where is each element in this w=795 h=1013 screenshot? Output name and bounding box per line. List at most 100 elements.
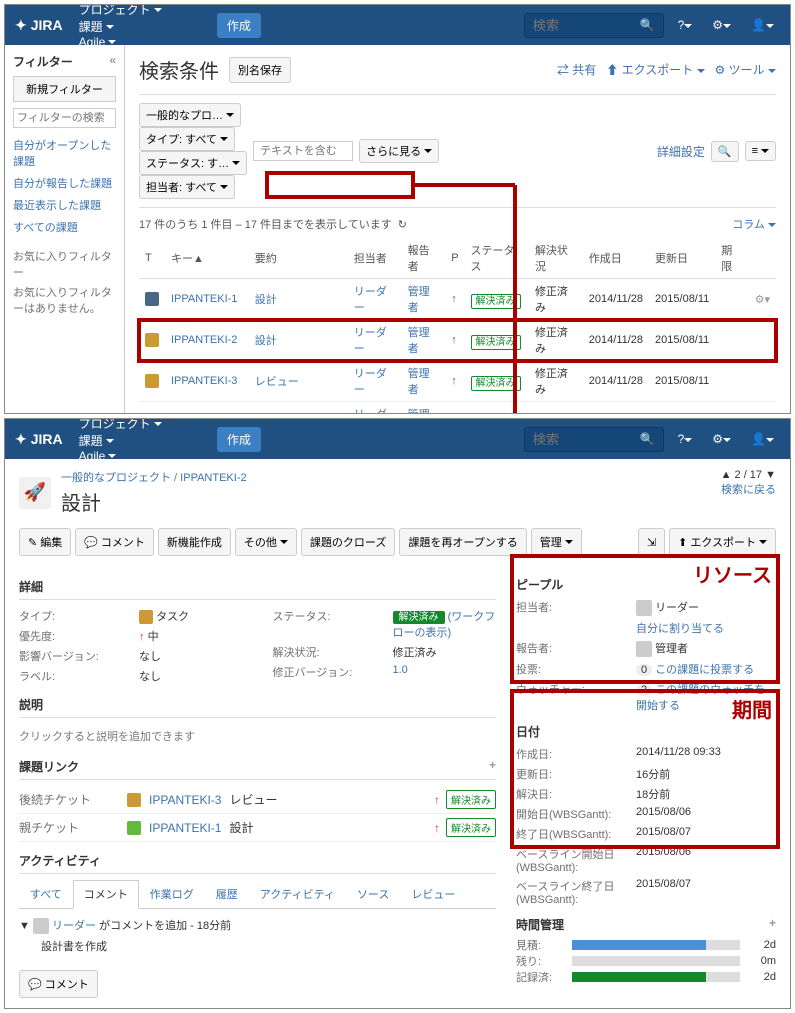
add-link-icon[interactable]: + [489, 758, 496, 775]
col-created[interactable]: 作成日 [583, 238, 649, 279]
help-icon[interactable]: ? [672, 432, 699, 446]
watch-link[interactable]: この課題のウォッチを開始する [636, 684, 765, 712]
assignee-link[interactable]: リーダー [354, 368, 387, 396]
col-updated[interactable]: 更新日 [649, 238, 715, 279]
reporter-link[interactable]: 管理者 [408, 409, 430, 414]
assign-to-me-link[interactable]: 自分に割り当てる [636, 623, 724, 635]
assignee-link[interactable]: リーダー [354, 286, 387, 314]
sidebar-filter-link[interactable]: すべての課題 [13, 216, 116, 238]
col-assignee[interactable]: 担当者 [348, 238, 402, 279]
help-icon[interactable]: ? [672, 18, 699, 32]
nav-item[interactable]: 課題 [71, 432, 209, 449]
create-button[interactable]: 作成 [217, 13, 261, 38]
fix-version-link[interactable]: 1.0 [393, 664, 408, 676]
comment-author-link[interactable]: リーダー [52, 920, 96, 932]
save-as-button[interactable]: 別名保存 [229, 57, 291, 83]
global-search-input[interactable] [533, 18, 640, 33]
tools-link[interactable]: ⚙ ツール [715, 61, 776, 78]
table-row[interactable]: IPPANTEKI-3レビューリーダー管理者↑解決済み修正済み2014/11/2… [139, 361, 776, 402]
nav-item[interactable]: 課題 [71, 18, 209, 35]
collapse-icon[interactable]: « [109, 53, 116, 67]
description-placeholder[interactable]: クリックすると説明を追加できます [19, 724, 496, 748]
settings-icon[interactable]: ⚙ [706, 18, 737, 32]
new-feature-button[interactable]: 新機能作成 [158, 528, 231, 556]
global-search[interactable]: 🔍 [524, 427, 664, 452]
global-search-input[interactable] [533, 432, 640, 447]
filter-button[interactable]: ステータス: す… [139, 151, 247, 175]
col-resolution[interactable]: 解決状況 [529, 238, 583, 279]
project-icon[interactable]: 🚀 [19, 477, 51, 509]
issue-summary-link[interactable]: 設計 [255, 335, 277, 347]
reporter-link[interactable]: 管理者 [408, 327, 430, 355]
activity-tab[interactable]: アクティビティ [249, 880, 346, 908]
issue-key-link[interactable]: IPPANTEKI-2 [180, 472, 246, 484]
new-filter-button[interactable]: 新規フィルター [13, 76, 116, 102]
admin-button[interactable]: 管理 [531, 528, 582, 556]
sidebar-filter-link[interactable]: 自分がオープンした課題 [13, 134, 116, 172]
filter-search-input[interactable] [13, 108, 116, 128]
activity-tab[interactable]: レビュー [400, 880, 466, 908]
create-button[interactable]: 作成 [217, 427, 261, 452]
col-reporter[interactable]: 報告者 [402, 238, 446, 279]
activity-tab[interactable]: すべて [19, 880, 73, 908]
edit-button[interactable]: ✎ 編集 [19, 528, 71, 556]
share-link[interactable]: ⇄ 共有 [557, 61, 596, 78]
filter-button[interactable]: 担当者: すべて [139, 175, 235, 199]
col-summary[interactable]: 要約 [249, 238, 348, 279]
activity-tab[interactable]: 作業ログ [139, 880, 205, 908]
table-row[interactable]: IPPANTEKI-4実装リーダー管理者↑オープン未解決2014/11/2820… [139, 402, 776, 415]
activity-tab[interactable]: 履歴 [205, 880, 249, 908]
col-due[interactable]: 期限 [715, 238, 748, 279]
advanced-link[interactable]: 詳細設定 [657, 143, 705, 160]
col-priority[interactable]: P [445, 238, 464, 279]
add-comment-button[interactable]: 💬 コメント [19, 970, 98, 998]
text-filter-input[interactable] [253, 141, 353, 161]
global-search[interactable]: 🔍 [524, 13, 664, 38]
col-status[interactable]: ステータス [465, 238, 529, 279]
user-menu[interactable]: 👤 [745, 18, 780, 32]
close-issue-button[interactable]: 課題のクローズ [301, 528, 395, 556]
activity-tab[interactable]: コメント [73, 880, 139, 909]
filter-button[interactable]: 一般的なプロ… [139, 103, 241, 127]
row-actions-icon[interactable]: ⚙▾ [755, 294, 770, 306]
nav-item[interactable]: プロジェクト [71, 418, 209, 432]
col-type[interactable]: T [139, 238, 165, 279]
issue-key-link[interactable]: IPPANTEKI-3 [171, 375, 237, 387]
jira-logo[interactable]: ✦ JIRA [15, 431, 63, 448]
reporter-link[interactable]: 管理者 [408, 286, 430, 314]
columns-button[interactable]: コラム [732, 219, 776, 231]
col-key[interactable]: キー▲ [165, 238, 249, 279]
export-button[interactable]: ⬆ エクスポート [669, 528, 776, 556]
user-menu[interactable]: 👤 [745, 432, 780, 446]
time-add-icon[interactable]: + [769, 916, 776, 933]
activity-tab[interactable]: ソース [346, 880, 400, 908]
switch-view-button[interactable]: ≡ [745, 141, 776, 161]
issue-summary-link[interactable]: レビュー [255, 376, 299, 388]
sidebar-filter-link[interactable]: 自分が報告した課題 [13, 172, 116, 194]
issue-key-link[interactable]: IPPANTEKI-1 [171, 293, 237, 305]
search-button[interactable]: 🔍 [711, 141, 739, 162]
issue-key-link[interactable]: IPPANTEKI-2 [171, 334, 237, 346]
export-link[interactable]: ⬆ エクスポート [606, 61, 704, 78]
reopen-issue-button[interactable]: 課題を再オープンする [399, 528, 526, 556]
linked-issue-key[interactable]: IPPANTEKI-3 [149, 793, 221, 807]
nav-item[interactable]: プロジェクト [71, 4, 209, 18]
refresh-icon[interactable]: ↻ [398, 218, 407, 231]
assignee-link[interactable]: リーダー [354, 327, 387, 355]
linked-issue-key[interactable]: IPPANTEKI-1 [149, 821, 221, 835]
back-to-search-link[interactable]: 検索に戻る [721, 484, 776, 496]
reporter-link[interactable]: 管理者 [408, 368, 430, 396]
sidebar-filter-link[interactable]: 最近表示した課題 [13, 194, 116, 216]
vote-link[interactable]: この課題に投票する [655, 664, 754, 676]
assignee-link[interactable]: リーダー [354, 409, 387, 414]
jira-logo[interactable]: ✦ JIRA [15, 17, 63, 34]
issue-summary-link[interactable]: 設計 [255, 294, 277, 306]
table-row[interactable]: IPPANTEKI-1設計リーダー管理者↑解決済み修正済み2014/11/282… [139, 279, 776, 320]
subtask-button[interactable]: ⇲ [638, 528, 665, 556]
other-button[interactable]: その他 [235, 528, 297, 556]
comment-button[interactable]: 💬 コメント [75, 528, 154, 556]
project-link[interactable]: 一般的なプロジェクト [61, 472, 171, 484]
more-filter-button[interactable]: さらに見る [359, 139, 439, 163]
table-row[interactable]: IPPANTEKI-2設計リーダー管理者↑解決済み修正済み2014/11/282… [139, 320, 776, 361]
settings-icon[interactable]: ⚙ [706, 432, 737, 446]
